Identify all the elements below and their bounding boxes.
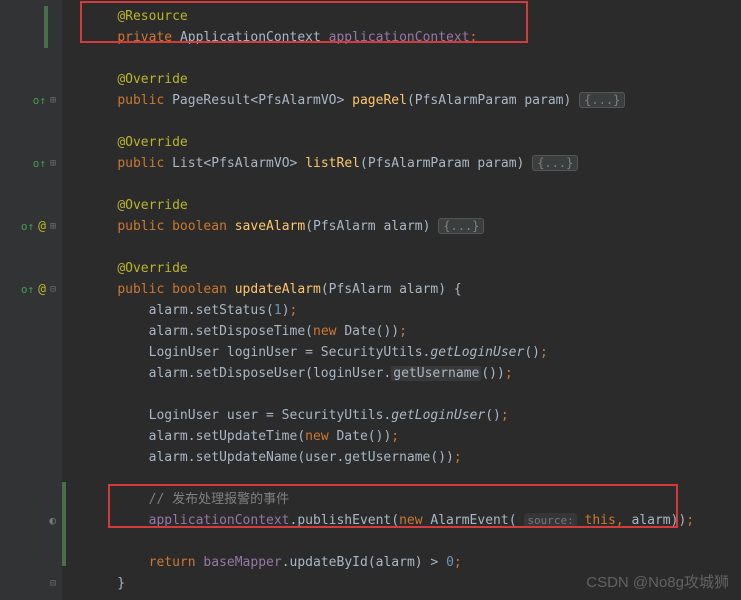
code-line[interactable]: alarm.setUpdateName(user.getUsername()); (62, 447, 741, 468)
code-line[interactable]: @Resource (62, 6, 741, 27)
code-line[interactable]: private ApplicationContext applicationCo… (62, 27, 741, 48)
fold-icon[interactable]: ⊞ (50, 95, 56, 106)
code-content[interactable]: @Resource private ApplicationContext app… (62, 0, 741, 600)
icon: @ (38, 282, 46, 297)
code-line[interactable]: LoginUser loginUser = SecurityUtils.getL… (62, 342, 741, 363)
code-line[interactable]: @Override (62, 132, 741, 153)
code-line[interactable]: @Override (62, 69, 741, 90)
code-line[interactable]: @Override (62, 258, 741, 279)
editor-gutter: o↑ ⊞ o↑ ⊞ o↑ @ ⊞ o↑ @ ⊟ ◐ ⊟ (0, 0, 62, 600)
code-line[interactable]: // 发布处理报警的事件 (62, 489, 741, 510)
folded-block[interactable]: {...} (438, 218, 484, 234)
watermark: CSDN @No8g攻城狮 (586, 571, 729, 592)
gutter-icon[interactable]: ◐ (49, 514, 56, 527)
code-line[interactable]: public List<PfsAlarmVO> listRel(PfsAlarm… (62, 153, 741, 174)
override-icon[interactable]: o↑ (33, 94, 46, 107)
fold-icon[interactable]: ⊞ (50, 158, 56, 169)
folded-block[interactable]: {...} (579, 92, 625, 108)
param-hint: source: (524, 513, 576, 528)
code-line[interactable]: alarm.setDisposeUser(loginUser.getUserna… (62, 363, 741, 384)
code-line[interactable]: @Override (62, 195, 741, 216)
code-line[interactable]: alarm.setUpdateTime(new Date()); (62, 426, 741, 447)
override-icon[interactable]: o↑ (21, 220, 34, 233)
code-line[interactable]: public boolean updateAlarm(PfsAlarm alar… (62, 279, 741, 300)
icon: @ (38, 219, 46, 234)
code-line[interactable]: return baseMapper.updateById(alarm) > 0; (62, 552, 741, 573)
override-icon[interactable]: o↑ (21, 283, 34, 296)
code-line[interactable]: public boolean saveAlarm(PfsAlarm alarm)… (62, 216, 741, 237)
code-editor[interactable]: o↑ ⊞ o↑ ⊞ o↑ @ ⊞ o↑ @ ⊟ ◐ ⊟ @Resource private … (0, 0, 741, 600)
override-icon[interactable]: o↑ (33, 157, 46, 170)
fold-icon[interactable]: ⊟ (50, 284, 56, 295)
fold-icon[interactable]: ⊞ (50, 221, 56, 232)
code-line[interactable]: public PageResult<PfsAlarmVO> pageRel(Pf… (62, 90, 741, 111)
highlighted-usage[interactable]: getUsername (391, 366, 481, 381)
folded-block[interactable]: {...} (532, 155, 578, 171)
code-line[interactable]: alarm.setStatus(1); (62, 300, 741, 321)
code-line[interactable]: alarm.setDisposeTime(new Date()); (62, 321, 741, 342)
code-line[interactable]: LoginUser user = SecurityUtils.getLoginU… (62, 405, 741, 426)
code-line[interactable]: applicationContext.publishEvent(new Alar… (62, 510, 741, 531)
fold-icon[interactable]: ⊟ (50, 578, 56, 589)
